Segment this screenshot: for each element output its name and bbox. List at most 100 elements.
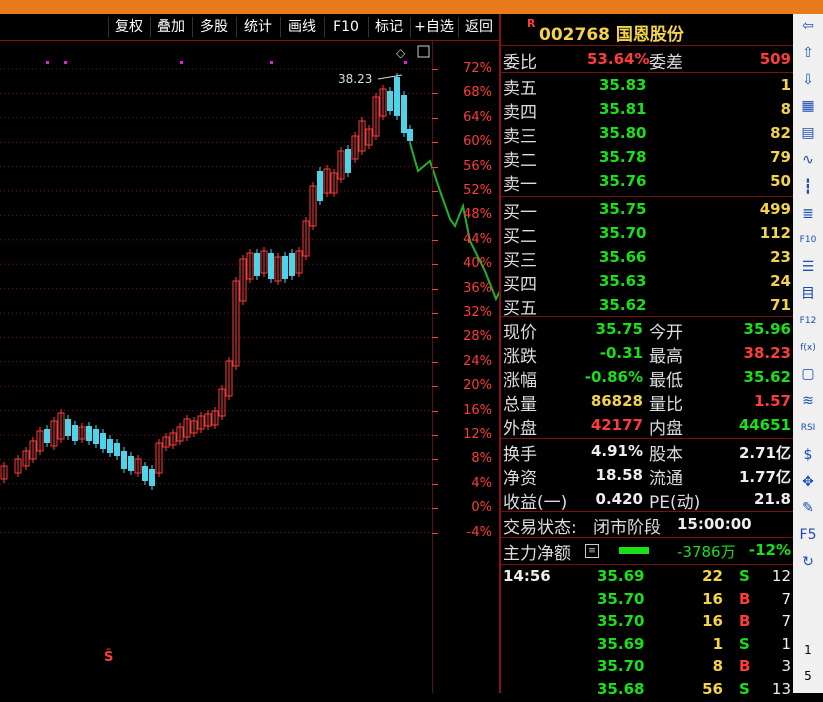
level-volume: 82 xyxy=(770,124,791,142)
box-icon[interactable]: ▢ xyxy=(797,364,819,384)
arrow-down-icon[interactable]: ⇩ xyxy=(797,70,819,90)
list-icon[interactable]: ≣ xyxy=(797,204,819,224)
divider xyxy=(501,196,793,197)
detail-icon[interactable]: ≡ xyxy=(585,544,599,558)
trade-price: 35.70 xyxy=(597,612,645,630)
pct-tick xyxy=(432,532,438,534)
pct-tick xyxy=(432,215,438,217)
page-number[interactable]: 5 xyxy=(797,666,819,686)
weicha-label: 委差 xyxy=(649,53,683,73)
pct-tick-label: -4% xyxy=(466,524,492,540)
order-book-row[interactable]: 卖二 35.78 79 xyxy=(501,146,793,171)
stat-value: -0.86% xyxy=(584,368,643,386)
stat-label: 外盘 xyxy=(503,419,537,439)
trade-price: 35.70 xyxy=(597,657,645,675)
arrow-up-icon[interactable]: ⇧ xyxy=(797,43,819,63)
quote-panel: R 002768 国恩股份 委比 53.64% 委差 509 卖五 35.83 1 卖… xyxy=(501,14,793,698)
order-book-row[interactable]: 买四 35.63 24 xyxy=(501,270,793,295)
add-watchlist-button[interactable]: +自选 xyxy=(410,17,457,37)
kline-chart[interactable]: 38.23 ◇ Ŝ xyxy=(0,41,499,693)
level-label: 卖三 xyxy=(503,127,537,147)
order-book-row[interactable]: 买二 35.70 112 xyxy=(501,222,793,247)
window-toggle-icon[interactable] xyxy=(417,45,430,58)
rsi-icon[interactable]: RSI xyxy=(797,418,819,438)
level-volume: 8 xyxy=(780,100,791,118)
page-number[interactable]: 1 xyxy=(797,640,819,660)
pct-tick xyxy=(432,93,438,95)
stock-code-name[interactable]: 002768 国恩股份 xyxy=(539,20,684,45)
level-volume: 24 xyxy=(770,272,791,290)
kline-icon[interactable]: ┇ xyxy=(797,177,819,197)
level-price: 35.78 xyxy=(599,148,647,166)
order-book-row[interactable]: 卖三 35.80 82 xyxy=(501,122,793,147)
order-book-row[interactable]: 买五 35.62 71 xyxy=(501,294,793,319)
pen-icon[interactable]: ✎ xyxy=(797,498,819,518)
pct-tick-label: 36% xyxy=(463,280,492,296)
note-icon[interactable]: 目 xyxy=(797,284,819,304)
arrow-left-icon[interactable]: ⇦ xyxy=(797,16,819,36)
order-book-row[interactable]: 卖五 35.83 1 xyxy=(501,74,793,99)
pct-tick-label: 48% xyxy=(463,207,492,223)
stat-label: 换手 xyxy=(503,445,537,465)
calendar-icon[interactable]: ☰ xyxy=(797,257,819,277)
main-force-value: -3786万 xyxy=(677,543,736,561)
fundamental-row: 净资 18.58 流通 1.77亿 xyxy=(501,464,793,489)
stat-label: 内盘 xyxy=(649,419,683,439)
stat-label: 现价 xyxy=(503,323,537,343)
multi-stock-button[interactable]: 多股 xyxy=(192,17,235,37)
trade-row: 35.68 56 S 13 xyxy=(501,680,793,702)
statistics-button[interactable]: 统计 xyxy=(236,17,279,37)
order-book-row[interactable]: 买三 35.66 23 xyxy=(501,246,793,271)
level-volume: 1 xyxy=(780,76,791,94)
draw-line-button[interactable]: 画线 xyxy=(280,17,323,37)
weicha-value: 509 xyxy=(759,50,791,68)
pct-tick-label: 60% xyxy=(463,134,492,150)
trade-price: 35.69 xyxy=(597,634,645,653)
level-price: 35.66 xyxy=(599,248,647,266)
function-icon[interactable]: f(x) xyxy=(797,338,819,358)
restore-right-button[interactable]: 复权 xyxy=(108,17,149,37)
candle-body xyxy=(407,129,413,141)
pct-tick-label: 12% xyxy=(463,427,492,442)
table-icon[interactable]: ▤ xyxy=(797,123,819,143)
order-book-row[interactable]: 买一 35.75 499 xyxy=(501,198,793,223)
trade-price: 35.69 xyxy=(597,567,645,585)
stat-value: 1.77亿 xyxy=(738,468,791,486)
chart-toolbar: 复权 叠加 多股 统计 画线 F10 标记 +自选 返回 xyxy=(0,14,500,41)
candle-body xyxy=(121,451,127,469)
stat-label: 最高 xyxy=(649,347,683,367)
diamond-icon[interactable]: ◇ xyxy=(396,46,406,60)
refresh-icon[interactable]: ↻ xyxy=(797,552,819,572)
line-chart-icon[interactable]: ∿ xyxy=(797,150,819,170)
pct-tick-label: 72% xyxy=(463,61,492,76)
f5-icon[interactable]: F5 xyxy=(797,525,819,545)
order-book-row[interactable]: 卖一 35.76 50 xyxy=(501,170,793,195)
stock-header: R 002768 国恩股份 xyxy=(501,16,793,46)
wave-icon[interactable]: ≋ xyxy=(797,391,819,411)
rank-badge: R xyxy=(527,17,536,30)
candle-body xyxy=(44,429,50,443)
order-book-row[interactable]: 卖四 35.81 8 xyxy=(501,98,793,123)
level-price: 35.63 xyxy=(599,272,647,290)
f10-icon[interactable]: F10 xyxy=(797,230,819,250)
level-label: 买三 xyxy=(503,251,537,271)
stat-value: 2.71亿 xyxy=(738,444,791,462)
f12-icon[interactable]: F12 xyxy=(797,311,819,331)
overlay-button[interactable]: 叠加 xyxy=(150,17,191,37)
stat-value: -0.31 xyxy=(599,344,643,362)
tool-sidebar: ⇦ ⇧ ⇩ ▦ ▤ ∿ ┇ ≣ F10 ☰ 目 F12 f(x) ▢ ≋ RSI $ ✥ ✎ F5 ↻ 1 5 xyxy=(793,14,823,693)
candle-body xyxy=(282,256,288,279)
fundamental-row: 收益(一) 0.420 PE(动) 21.8 xyxy=(501,488,793,513)
grid-icon[interactable]: ▦ xyxy=(797,96,819,116)
level-price: 35.83 xyxy=(599,76,647,94)
stat-label: 涨幅 xyxy=(503,371,537,391)
trade-count: 7 xyxy=(781,612,791,630)
trade-volume: 16 xyxy=(702,612,723,630)
mark-button[interactable]: 标记 xyxy=(368,17,409,37)
level-label: 买二 xyxy=(503,227,537,247)
f10-button[interactable]: F10 xyxy=(324,17,367,37)
title-bar xyxy=(0,0,823,14)
move-icon[interactable]: ✥ xyxy=(797,472,819,492)
dollar-icon[interactable]: $ xyxy=(797,445,819,465)
back-button[interactable]: 返回 xyxy=(458,17,499,37)
